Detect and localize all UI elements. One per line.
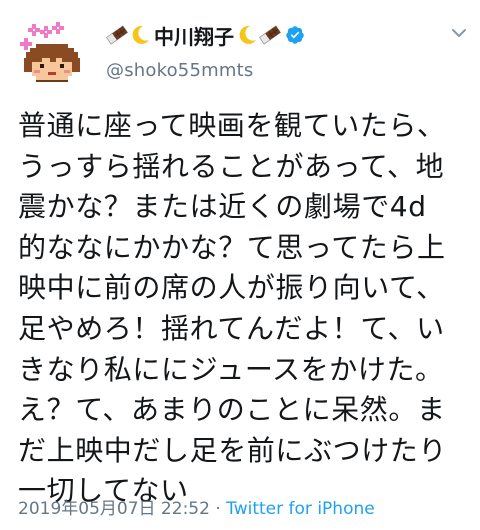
chocolate-emoji-icon: [259, 24, 281, 46]
tweet-menu-button[interactable]: [448, 22, 470, 44]
chevron-down-icon: [452, 29, 466, 37]
tweet-source-link[interactable]: Twitter for iPhone: [226, 499, 375, 519]
chocolate-emoji-icon: [106, 24, 128, 46]
tweet-text: 普通に座って映画を観ていたら、 うっすら揺れることがあって、地 震かな？または近…: [18, 109, 448, 508]
tweet-header: 中川翔子 @shoko55mmts: [106, 20, 440, 81]
display-name[interactable]: 中川翔子: [154, 21, 234, 50]
tweet-timestamp[interactable]: 2019年05月07日 22:52: [18, 499, 210, 519]
avatar[interactable]: [16, 18, 88, 90]
pixel-avatar-icon: [20, 22, 80, 82]
tweet-card: 中川翔子 @shoko55mmts 普通に座って映画を観ていたら、 うっすら揺れ…: [0, 0, 480, 530]
crescent-moon-icon: [236, 24, 258, 46]
verified-badge-icon: [285, 25, 305, 45]
user-handle[interactable]: @shoko55mmts: [106, 60, 440, 81]
name-row[interactable]: 中川翔子: [106, 20, 440, 50]
tweet-meta: 2019年05月07日 22:52 · Twitter for iPhone: [18, 494, 375, 519]
meta-separator: ·: [209, 499, 227, 519]
crescent-moon-icon: [129, 24, 151, 46]
